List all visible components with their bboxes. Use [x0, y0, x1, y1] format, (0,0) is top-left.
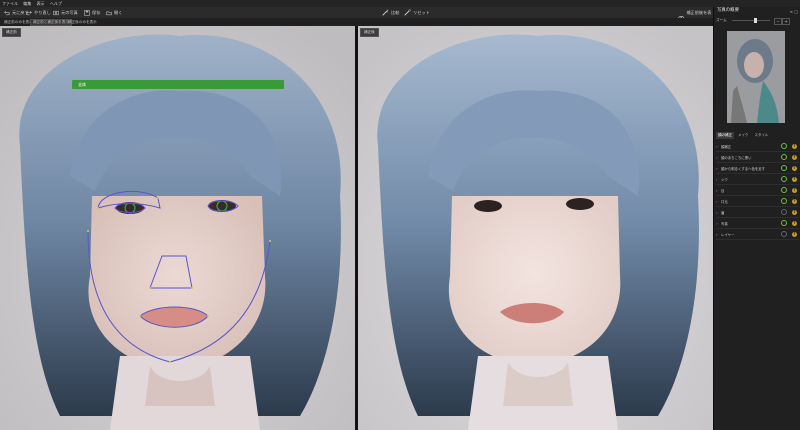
before-view[interactable]: 補正前 全体 — [0, 26, 355, 430]
folder-icon — [106, 11, 112, 15]
compare-label: 比較 — [391, 10, 400, 15]
before-photo — [0, 26, 355, 430]
help-icon[interactable]: ? — [792, 154, 797, 160]
menu-edit[interactable]: 編集 — [23, 1, 31, 6]
redo-button[interactable]: やり直し — [26, 7, 51, 18]
reset-button[interactable]: リセット — [404, 7, 430, 18]
adjustment-list: › 顔補正? › 顔のあちこちに黒い? › 顔から明るくするへ色を足す? › シワ? ›… — [716, 141, 799, 240]
toggle-indicator[interactable] — [781, 165, 787, 171]
tab-style[interactable]: スタイル — [752, 132, 770, 139]
toggle-indicator[interactable] — [781, 143, 787, 149]
adjustment-item[interactable]: › レイヤー? — [716, 229, 799, 240]
sidebar-options[interactable]: ≡ □ — [790, 9, 798, 14]
toggle-indicator[interactable] — [781, 231, 787, 237]
zoom-out-button[interactable]: − — [774, 18, 782, 25]
zoom-slider[interactable] — [732, 18, 770, 23]
toggle-indicator[interactable] — [781, 154, 787, 160]
adjustment-item[interactable]: › 口元? — [716, 196, 799, 207]
adjustment-item[interactable]: › 目? — [716, 185, 799, 196]
menu-help[interactable]: ヘルプ — [50, 1, 62, 6]
original-photo-button[interactable]: 元の写真 — [53, 7, 78, 18]
redo-label: やり直し — [34, 10, 51, 15]
open-button[interactable]: 開く — [106, 7, 122, 18]
undo-icon — [4, 10, 10, 15]
photo-thumbnail[interactable] — [727, 31, 785, 123]
adjustment-item[interactable]: › 眉? — [716, 207, 799, 218]
thumbnail-image — [727, 31, 785, 123]
toggle-indicator[interactable] — [781, 220, 787, 226]
menu-file[interactable]: ファイル — [2, 1, 18, 6]
save-label: 保存 — [92, 10, 101, 15]
zoom-row: ズーム − + — [716, 17, 799, 25]
redo-icon — [26, 10, 32, 15]
compare-button[interactable]: 比較 — [382, 7, 399, 18]
save-icon — [84, 9, 90, 16]
wand-icon — [382, 9, 389, 16]
help-icon[interactable]: ? — [792, 165, 797, 171]
help-icon[interactable]: ? — [792, 220, 797, 226]
after-view[interactable]: 補正後 — [358, 26, 713, 430]
after-view-label: 補正後 — [360, 28, 379, 37]
help-icon[interactable]: ? — [792, 209, 797, 215]
help-icon[interactable]: ? — [792, 231, 797, 237]
help-icon[interactable]: ? — [792, 187, 797, 193]
sidebar: 写真の概要 ≡ □ ズーム − + 顔の補正 メイク スタイル › 顔補正? › 顔… — [713, 7, 800, 430]
toggle-indicator[interactable] — [781, 209, 787, 215]
zoom-slider-handle[interactable] — [754, 18, 757, 23]
toggle-indicator[interactable] — [781, 187, 787, 193]
tab-makeup[interactable]: メイク — [736, 132, 750, 139]
zoom-label: ズーム — [716, 18, 727, 22]
menu-bar: ファイル 編集 表示 ヘルプ — [0, 0, 800, 7]
before-view-label: 補正前 — [2, 28, 21, 37]
tab-face[interactable]: 顔の補正 — [716, 132, 734, 139]
after-only-tab[interactable]: 補正後のみを表示 — [66, 18, 99, 26]
original-photo-label: 元の写真 — [61, 10, 78, 15]
help-icon[interactable]: ? — [792, 198, 797, 204]
after-photo — [358, 26, 713, 430]
area-banner-label[interactable]: 全体 — [78, 80, 86, 89]
brush-icon — [404, 9, 411, 16]
reset-label: リセット — [413, 10, 430, 15]
view-mode-bar: 補正前のみを表示 補正前と補正後を表示 補正後のみを表示 — [0, 18, 713, 26]
help-icon[interactable]: ? — [792, 176, 797, 182]
menu-view[interactable]: 表示 — [37, 1, 45, 6]
help-icon[interactable]: ? — [792, 143, 797, 149]
open-label: 開く — [114, 10, 123, 15]
adjustment-item[interactable]: › 顔から明るくするへ色を足す? — [716, 163, 799, 174]
zoom-in-button[interactable]: + — [782, 18, 790, 25]
adjustment-item[interactable]: › シワ? — [716, 174, 799, 185]
save-button[interactable]: 保存 — [84, 7, 100, 18]
toggle-indicator[interactable] — [781, 198, 787, 204]
sidebar-title: 写真の概要 — [717, 8, 739, 13]
adjustment-item[interactable]: › 写真? — [716, 218, 799, 229]
panel-tabs: 顔の補正 メイク スタイル — [716, 132, 799, 139]
adjustment-item[interactable]: › 顔補正? — [716, 141, 799, 152]
toggle-indicator[interactable] — [781, 176, 787, 182]
adjustment-item[interactable]: › 顔のあちこちに黒い? — [716, 152, 799, 163]
photo-icon — [53, 10, 59, 15]
